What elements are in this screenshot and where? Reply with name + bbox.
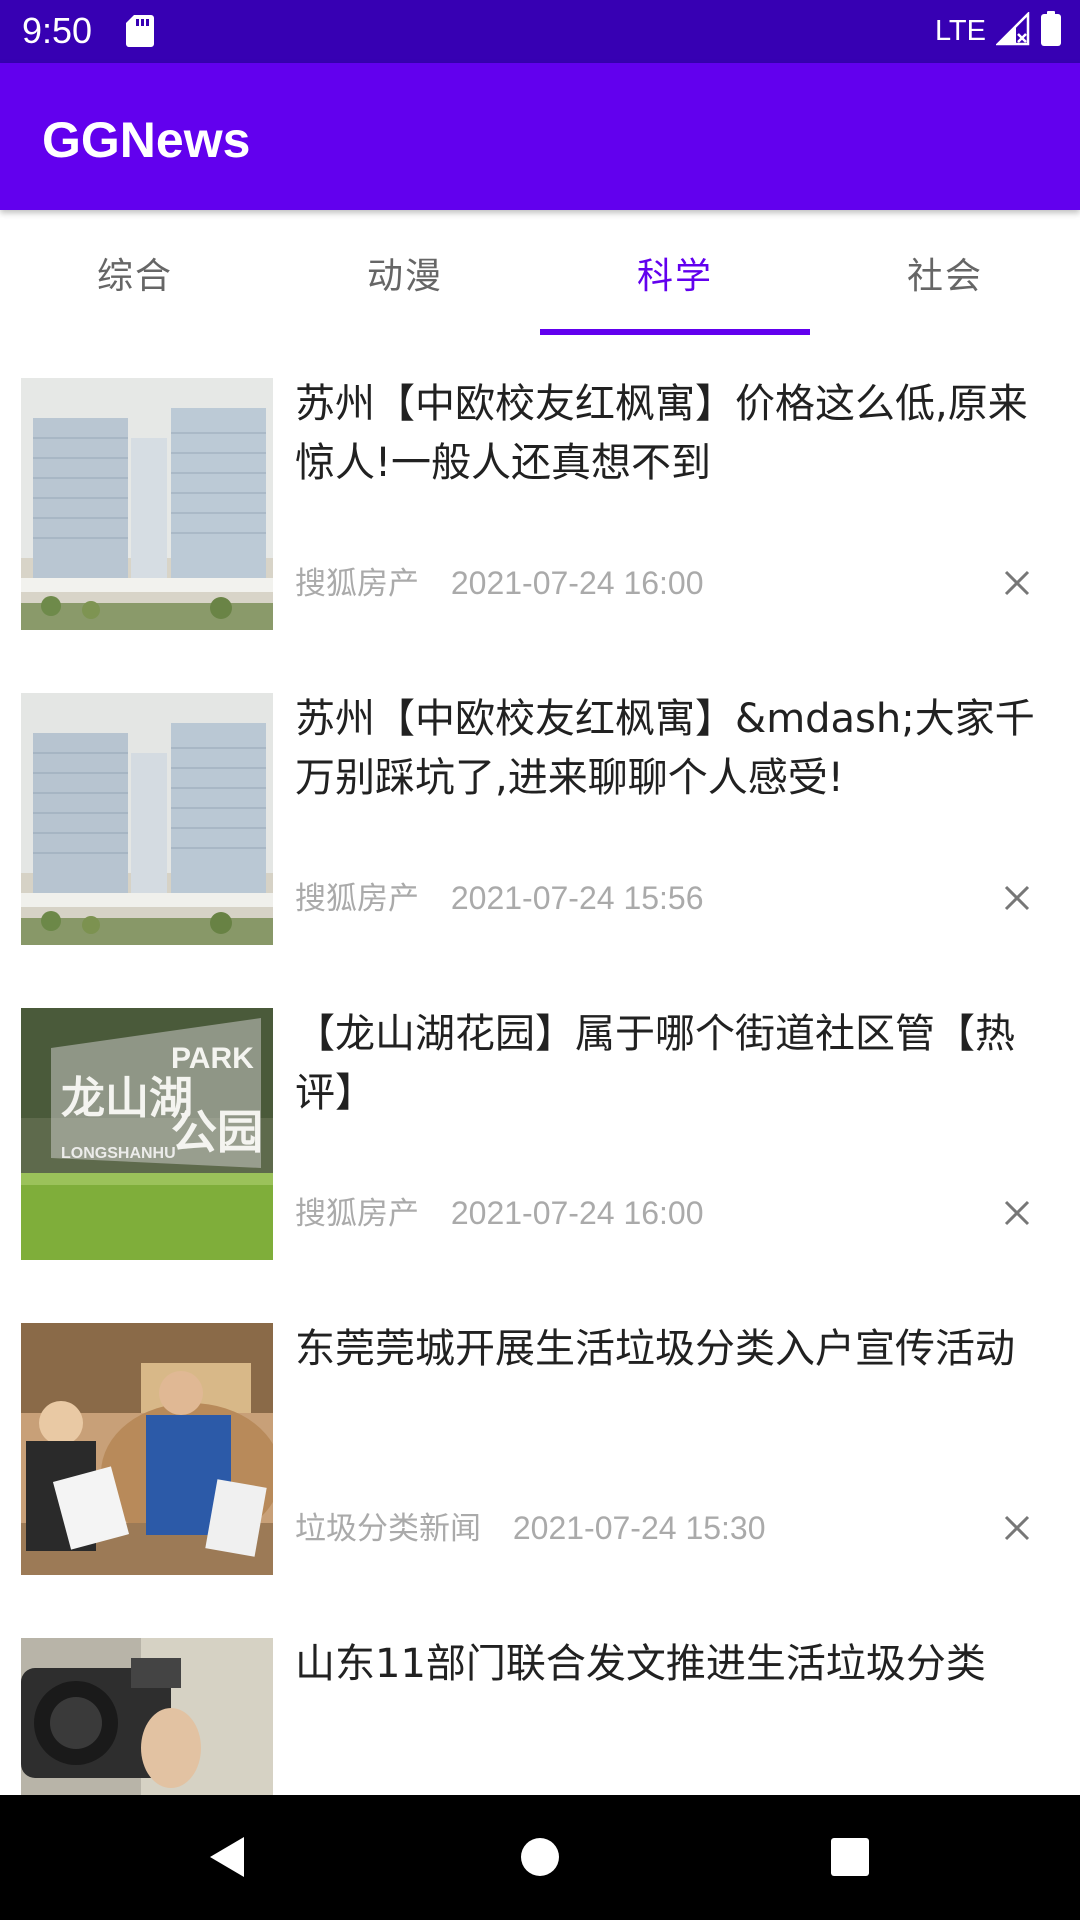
news-meta: 垃圾分类新闻 2021-07-24 15:30	[295, 1508, 766, 1549]
news-source: 垃圾分类新闻	[295, 1511, 481, 1547]
app-bar: GGNews	[0, 63, 1080, 210]
news-time: 2021-07-24 16:00	[450, 1195, 704, 1231]
news-item[interactable]: 东莞莞城开展生活垃圾分类入户宣传活动 垃圾分类新闻 2021-07-24 15:…	[0, 1280, 1080, 1595]
news-thumbnail	[21, 1323, 273, 1575]
thumbnail-text: LONGSHANHU	[61, 1145, 176, 1162]
close-icon[interactable]	[995, 1506, 1039, 1550]
news-title: 苏州【中欧校友红枫寓】价格这么低,原来惊人!一般人还真想不到	[295, 381, 1028, 486]
news-meta: 搜狐房产 2021-07-24 16:00	[295, 1193, 704, 1234]
news-source: 搜狐房产	[295, 1196, 419, 1232]
status-bar: 9:50 LTE	[0, 0, 1080, 63]
thumbnail-text: PARK	[171, 1042, 254, 1075]
news-source: 搜狐房产	[295, 881, 419, 917]
home-icon[interactable]	[510, 1827, 570, 1887]
close-icon[interactable]	[995, 1191, 1039, 1235]
close-icon[interactable]	[995, 876, 1039, 920]
tab-label: 综合	[96, 255, 173, 297]
tab-bar: 综合 动漫 科学 社会	[0, 210, 1080, 335]
news-time: 2021-07-24 15:30	[512, 1510, 766, 1546]
news-time: 2021-07-24 15:56	[450, 880, 704, 916]
thumbnail-text: 公园	[171, 1105, 263, 1159]
status-indicators: LTE	[935, 8, 1062, 54]
signal-icon	[994, 10, 1030, 50]
tab-label: 动漫	[366, 255, 443, 297]
recents-icon[interactable]	[820, 1827, 880, 1887]
tab-society[interactable]: 社会	[810, 210, 1080, 335]
news-title: 山东11部门联合发文推进生活垃圾分类	[295, 1641, 986, 1687]
news-item[interactable]: 龙山湖 PARK 公园 LONGSHANHU 【龙山湖花园】属于哪个街道社区管【…	[0, 965, 1080, 1280]
status-time: 9:50	[22, 10, 93, 51]
news-meta: 搜狐房产 2021-07-24 15:56	[295, 878, 704, 919]
close-icon[interactable]	[995, 561, 1039, 605]
news-thumbnail	[21, 378, 273, 630]
tab-label: 社会	[906, 255, 983, 297]
news-item[interactable]: 苏州【中欧校友红枫寓】价格这么低,原来惊人!一般人还真想不到 搜狐房产 2021…	[0, 335, 1080, 650]
news-title: 【龙山湖花园】属于哪个街道社区管【热评】	[295, 1011, 1015, 1116]
tab-science[interactable]: 科学	[540, 210, 810, 335]
tab-general[interactable]: 综合	[0, 210, 270, 335]
battery-icon	[1040, 11, 1062, 51]
news-meta: 搜狐房产 2021-07-24 16:00	[295, 563, 704, 604]
news-time: 2021-07-24 16:00	[450, 565, 704, 601]
network-type: LTE	[934, 15, 986, 47]
news-item[interactable]: 苏州【中欧校友红枫寓】&mdash;大家千万别踩坑了,进来聊聊个人感受! 搜狐房…	[0, 650, 1080, 965]
navigation-bar	[0, 1795, 1080, 1920]
news-thumbnail: 龙山湖 PARK 公园 LONGSHANHU	[21, 1008, 273, 1260]
back-icon[interactable]	[196, 1827, 256, 1887]
screen: 9:50 LTE GGNews 综合 动漫 科学 社会 苏州【中欧校友红枫寓】价…	[0, 0, 1080, 1920]
news-list[interactable]: 苏州【中欧校友红枫寓】价格这么低,原来惊人!一般人还真想不到 搜狐房产 2021…	[0, 335, 1080, 1795]
news-source: 搜狐房产	[295, 566, 419, 602]
news-title: 东莞莞城开展生活垃圾分类入户宣传活动	[295, 1326, 1015, 1372]
tab-anime[interactable]: 动漫	[270, 210, 540, 335]
news-title: 苏州【中欧校友红枫寓】&mdash;大家千万别踩坑了,进来聊聊个人感受!	[295, 696, 1035, 801]
news-thumbnail	[21, 1638, 273, 1795]
tab-label: 科学	[636, 255, 713, 297]
sd-card-icon	[125, 14, 155, 48]
news-item[interactable]: 山东11部门联合发文推进生活垃圾分类	[0, 1595, 1080, 1795]
app-title: GGNews	[42, 112, 251, 168]
news-thumbnail	[21, 693, 273, 945]
